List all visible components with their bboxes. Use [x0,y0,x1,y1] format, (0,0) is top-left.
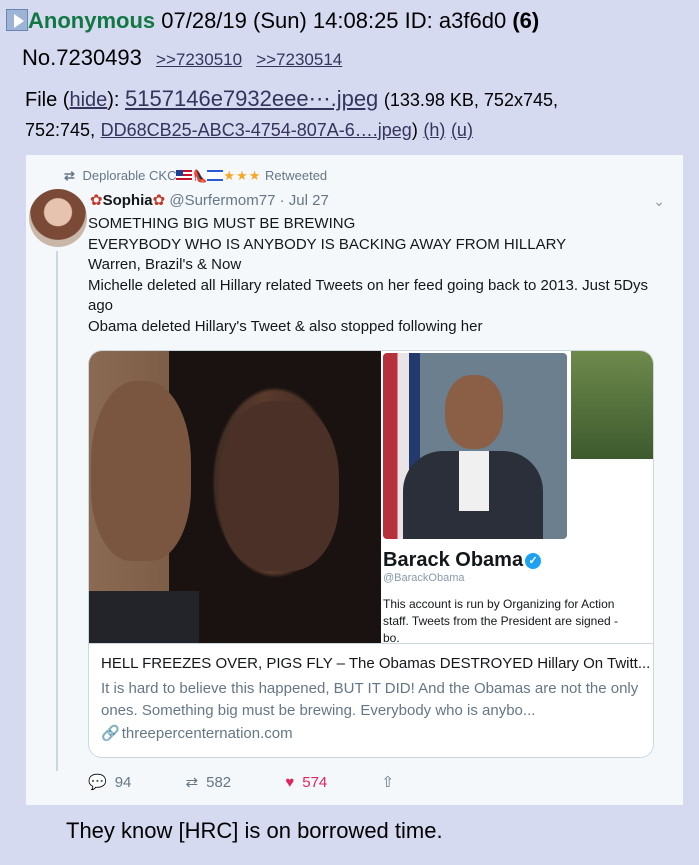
background-photo [571,351,653,459]
card-description: It is hard to believe this happened, BUT… [101,680,639,719]
heel-icon: 👠 [192,169,208,183]
suit-shape [89,591,199,643]
tweet-author: ✿Sophia✿ @Surfermom77 · Jul 27 [90,191,329,209]
post-datetime: 07/28/19 (Sun) 14:08:25 [161,8,399,33]
retweet-icon: ⇄ [64,168,75,183]
poster-id[interactable]: ID: a3f6d0 [405,8,507,33]
tweet-actions: 💬 94 ⇄ 582 ♥ 574 ⇧ [88,773,452,791]
retweet-icon: ⇄ [185,774,199,791]
retweet-line: ⇄ Deplorable CKC 👠 ★★★ Retweeted [64,168,327,184]
file-ratio: 752:745, [25,120,96,140]
face-shape [219,401,339,571]
author-handle: @Surfermom77 · Jul 27 [169,192,329,209]
profile-photo [383,353,567,539]
arrow-icon[interactable] [6,9,28,31]
flower-icon: ✿ [90,192,103,209]
retweet-action: ⇄ 582 [186,773,232,791]
link-card: Barack Obama ✓ @BarackObama This account … [88,350,654,758]
tweet-line: SOMETHING BIG MUST BE BREWING [88,215,356,232]
card-domain: 🔗 threepercenternation.com [101,724,643,742]
retweet-count: 582 [206,774,232,791]
poster-name: Anonymous [28,8,156,33]
post-comment: They know [HRC] is on borrowed time. [66,818,443,843]
card-title: HELL FREEZES OVER, PIGS FLY – The Obamas… [101,655,651,672]
flower-icon: ✿ [152,192,166,209]
face-shape [445,375,503,449]
file-label: File [25,89,58,111]
verified-icon: ✓ [525,553,542,569]
file-meta-close: ) [411,120,418,140]
stars-icon: ★★★ [223,168,262,183]
tweet-line: EVERYBODY WHO IS ANYBODY IS BACKING AWAY… [88,235,567,253]
link-icon: 🔗 [101,725,120,742]
heart-icon: ♥ [285,774,295,791]
reply-action: 💬 94 [88,773,131,791]
avatar [29,189,87,247]
profile-name-text: Barack Obama [383,549,524,571]
reply-link[interactable]: >>7230510 [156,50,242,69]
retweeted-label: Retweeted [265,168,328,183]
file-meta: (133.98 KB, 752x745, [383,90,558,110]
author-name: Sophia [102,192,153,209]
h-link[interactable]: (h) [423,120,445,140]
reply-link[interactable]: >>7230514 [256,50,342,69]
profile-handle: @BarackObama [383,572,465,584]
file-name-link[interactable]: 5157146e7932eee⋯.jpeg [125,86,378,111]
tweet-line: Obama deleted Hillary's Tweet & also sto… [88,317,483,335]
shirt-shape [459,451,489,511]
profile-bio: This account is run by Organizing for Ac… [383,597,619,645]
hide-file-link[interactable]: hide [69,89,107,111]
like-action: ♥ 574 [285,774,327,791]
share-icon: ⇧ [381,774,395,791]
thread-line [56,251,58,771]
israel-flag-icon [207,170,224,181]
original-file-name-link[interactable]: DD68CB25-ABC3-4754-807A-6….jpeg [101,120,412,140]
retweeted-by: Deplorable CKC [82,168,177,183]
tweet-line: Michelle deleted all Hillary related Twe… [88,276,649,315]
twitter-profile-panel: Barack Obama ✓ @BarackObama This account … [381,351,653,645]
reply-count: 94 [114,774,132,791]
face-shape [91,381,191,561]
share-action: ⇧ [381,773,402,791]
reply-icon: 💬 [88,774,107,791]
post-number[interactable]: No.7230493 [22,45,142,70]
us-flag-icon [176,170,193,181]
post-header: Anonymous 07/28/19 (Sun) 14:08:25 ID: a3… [6,8,696,34]
chevron-down-icon: ⌄ [653,193,665,209]
tweet-line: Warren, Brazil's & Now [88,256,242,273]
card-text: HELL FREEZES OVER, PIGS FLY – The Obamas… [89,643,653,757]
obamas-photo [89,351,381,643]
u-link[interactable]: (u) [451,120,473,140]
like-count: 574 [302,774,328,791]
card-domain-text: threepercenternation.com [121,725,293,742]
poster-post-count: (6) [512,8,540,33]
file-info: File (hide): 5157146e7932eee⋯.jpeg (133.… [25,86,558,140]
embedded-tweet-image[interactable]: ⇄ Deplorable CKC 👠 ★★★ Retweeted ✿Sophia✿ … [26,155,683,805]
tweet-text: SOMETHING BIG MUST BE BREWING EVERYBODY … [88,214,668,337]
post-number-line: No.7230493 >>7230510 >>7230514 [22,45,342,71]
profile-name: Barack Obama ✓ [383,549,542,572]
